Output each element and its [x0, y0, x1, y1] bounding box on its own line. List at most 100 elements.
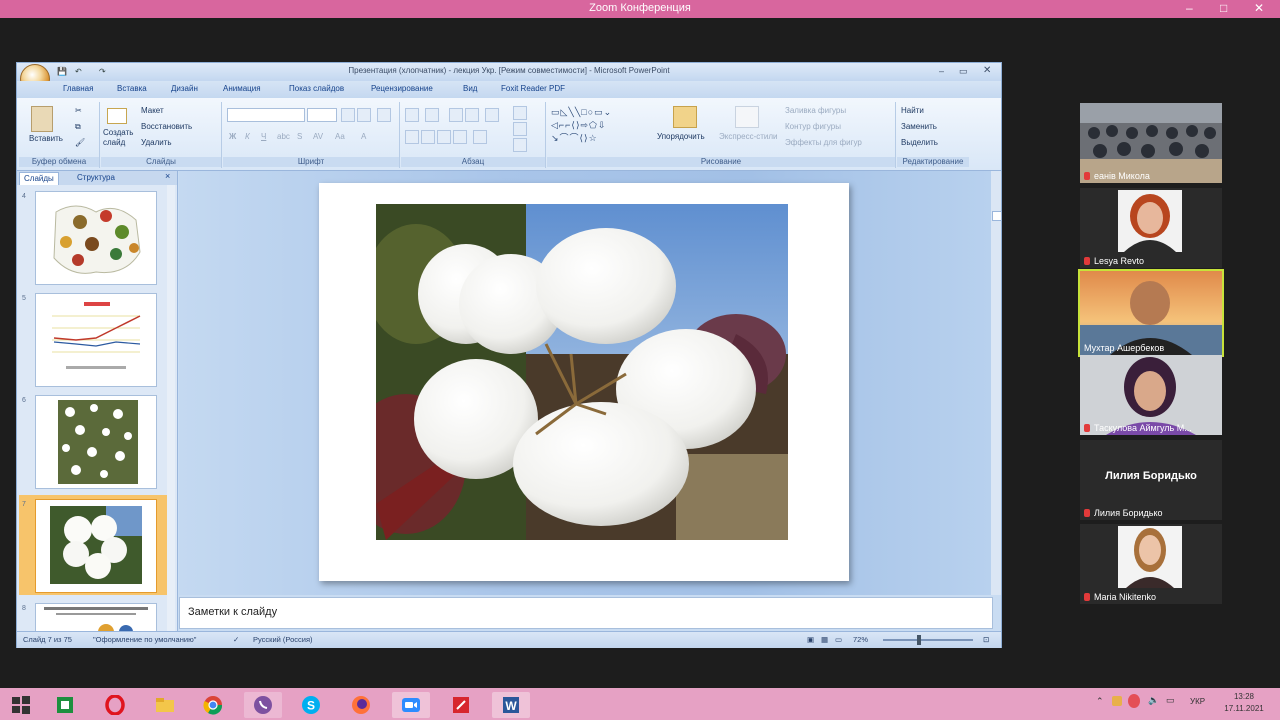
tab-insert[interactable]: Вставка	[117, 84, 147, 93]
taskbar-app[interactable]	[342, 692, 380, 718]
underline-icon[interactable]: Ч	[261, 132, 266, 141]
theme-name[interactable]: "Оформление по умолчанию"	[93, 635, 196, 644]
case-icon[interactable]: Aa	[335, 132, 345, 141]
tray-app-icon[interactable]	[1112, 696, 1122, 706]
taskbar-app[interactable]: W	[492, 692, 530, 718]
tab-design[interactable]: Дизайн	[171, 84, 198, 93]
font-name-combo[interactable]	[227, 108, 305, 122]
slides-panel-scrollbar[interactable]	[167, 185, 175, 631]
participant-tile[interactable]: Лилия Боридько Лилия Боридько	[1080, 440, 1222, 520]
language-indicator[interactable]: УКР	[1190, 697, 1205, 706]
quick-styles-button[interactable]: Экспресс-стили	[719, 132, 778, 141]
tab-slideshow[interactable]: Показ слайдов	[289, 84, 344, 93]
quick-styles-icon[interactable]	[735, 106, 759, 128]
scroll-thumb[interactable]	[992, 211, 1002, 221]
grow-font-icon[interactable]	[341, 108, 355, 122]
smartart-icon[interactable]	[513, 138, 527, 152]
shape-fill-button[interactable]: Заливка фигуры	[785, 106, 846, 115]
find-button[interactable]: Найти	[901, 106, 924, 115]
ppt-minimize-button[interactable]: –	[939, 66, 944, 76]
clear-format-icon[interactable]	[377, 108, 391, 122]
participant-tile[interactable]: Таскулова Аймгуль М...	[1080, 355, 1222, 435]
font-color-icon[interactable]: A	[361, 132, 366, 141]
select-button[interactable]: Выделить	[901, 138, 938, 147]
columns-icon[interactable]	[473, 130, 487, 144]
close-button[interactable]: ✕	[1254, 1, 1264, 15]
tray-record-icon[interactable]	[1128, 694, 1140, 708]
participant-tile[interactable]: Lesya Revto	[1080, 188, 1222, 268]
taskbar-app[interactable]	[392, 692, 430, 718]
notes-pane[interactable]: Заметки к слайду	[179, 597, 993, 629]
undo-icon[interactable]: ↶	[75, 67, 82, 76]
slide-thumbnail[interactable]	[35, 191, 157, 285]
tab-view[interactable]: Вид	[463, 84, 477, 93]
network-icon[interactable]: ▭	[1166, 695, 1175, 706]
align-left-icon[interactable]	[405, 130, 419, 144]
sorter-view-icon[interactable]: ▦	[821, 635, 828, 644]
spell-check-icon[interactable]: ✓	[233, 635, 239, 644]
shapes-gallery[interactable]: ▭◺╲╲□○▭⌄ ◁⌐⌐⟨⟩⇨⬠⇩ ↘⌒⌒⟨⟩☆	[551, 106, 647, 146]
justify-icon[interactable]	[453, 130, 467, 144]
increase-indent-icon[interactable]	[465, 108, 479, 122]
slideshow-view-icon[interactable]: ▭	[835, 635, 842, 644]
minimize-button[interactable]: –	[1186, 1, 1193, 15]
align-center-icon[interactable]	[421, 130, 435, 144]
copy-icon[interactable]: ⧉	[75, 122, 81, 132]
taskbar-app[interactable]	[96, 692, 134, 718]
tab-animation[interactable]: Анимация	[223, 84, 261, 93]
redo-icon[interactable]: ↷	[99, 67, 106, 76]
zoom-level[interactable]: 72%	[853, 635, 868, 644]
tab-review[interactable]: Рецензирование	[371, 84, 433, 93]
text-direction-icon[interactable]	[513, 106, 527, 120]
system-clock[interactable]: 13:28 17.11.2021	[1216, 691, 1272, 715]
tray-arrow-icon[interactable]: ⌃	[1096, 696, 1104, 707]
current-slide[interactable]	[319, 183, 849, 581]
strike-icon[interactable]: abc	[277, 132, 290, 141]
shape-effects-button[interactable]: Эффекты для фигур	[785, 138, 862, 147]
taskbar-app[interactable]	[194, 692, 232, 718]
new-slide-button[interactable]: Создать слайд	[103, 128, 139, 148]
taskbar-app[interactable]	[46, 692, 84, 718]
ppt-close-button[interactable]: ✕	[983, 65, 991, 76]
shrink-font-icon[interactable]	[357, 108, 371, 122]
start-button[interactable]	[2, 692, 40, 718]
delete-button[interactable]: Удалить	[141, 138, 172, 147]
close-panel-icon[interactable]: ×	[165, 171, 170, 181]
taskbar-app[interactable]	[442, 692, 480, 718]
active-speaker-tile[interactable]: Мухтар Ашербеков	[1078, 269, 1224, 357]
spacing-icon[interactable]: AV	[313, 132, 323, 141]
paste-button[interactable]: Вставить	[29, 134, 63, 143]
tab-slides[interactable]: Слайды	[19, 172, 59, 185]
replace-button[interactable]: Заменить	[901, 122, 937, 131]
italic-icon[interactable]: К	[245, 132, 250, 141]
shadow-icon[interactable]: S	[297, 132, 302, 141]
font-size-combo[interactable]	[307, 108, 337, 122]
tab-home[interactable]: Главная	[63, 84, 93, 93]
zoom-slider[interactable]	[883, 639, 973, 641]
slide-thumbnail[interactable]	[35, 395, 157, 489]
new-slide-icon[interactable]	[107, 108, 127, 124]
tab-outline[interactable]: Структура	[73, 172, 119, 184]
taskbar-app[interactable]: S	[292, 692, 330, 718]
tab-foxit[interactable]: Foxit Reader PDF	[501, 84, 565, 93]
slide-thumbnail[interactable]	[35, 293, 157, 387]
save-icon[interactable]: 💾	[57, 67, 67, 76]
normal-view-icon[interactable]: ▣	[807, 635, 814, 644]
slide-thumbnail[interactable]	[35, 603, 157, 633]
shape-outline-button[interactable]: Контур фигуры	[785, 122, 841, 131]
align-right-icon[interactable]	[437, 130, 451, 144]
ppt-restore-button[interactable]: ▭	[959, 66, 968, 77]
line-spacing-icon[interactable]	[485, 108, 499, 122]
paste-icon[interactable]	[31, 106, 53, 132]
speaker-icon[interactable]: 🔈	[1148, 695, 1159, 706]
cotton-boll-photo[interactable]	[376, 204, 788, 540]
taskbar-app[interactable]	[244, 692, 282, 718]
format-painter-icon[interactable]: 🖌	[75, 138, 85, 147]
reset-button[interactable]: Восстановить	[141, 122, 192, 131]
participant-tile[interactable]: Maria Nikitenko	[1080, 524, 1222, 604]
numbering-icon[interactable]	[425, 108, 439, 122]
decrease-indent-icon[interactable]	[449, 108, 463, 122]
maximize-button[interactable]: □	[1220, 1, 1227, 15]
participant-tile[interactable]: еанів Микола	[1080, 103, 1222, 183]
arrange-button[interactable]: Упорядочить	[657, 132, 705, 141]
